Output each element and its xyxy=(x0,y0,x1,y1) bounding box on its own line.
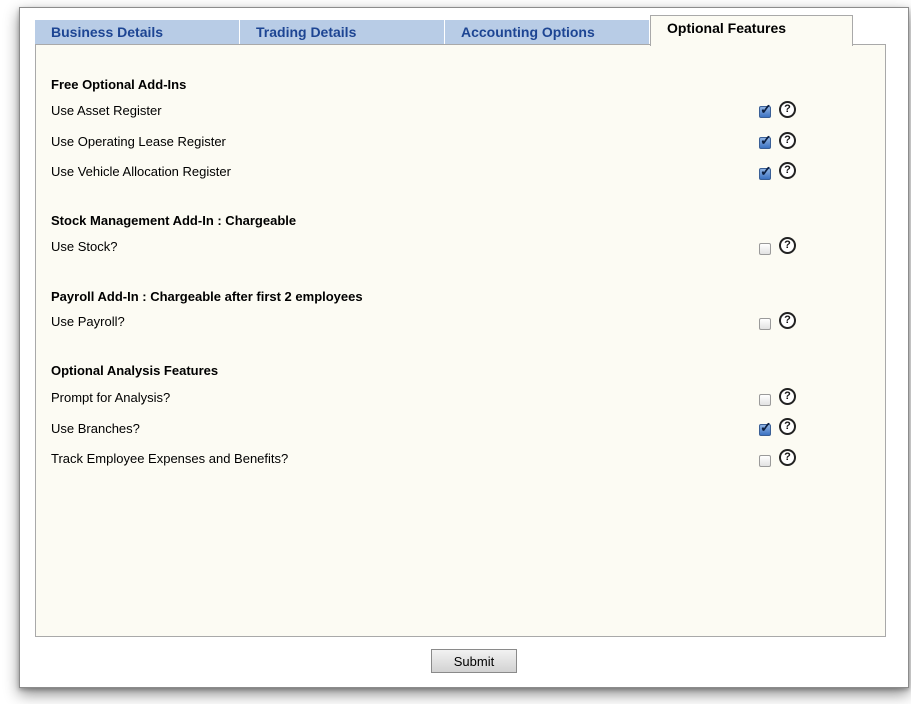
label-track-employee-expenses: Track Employee Expenses and Benefits? xyxy=(51,451,289,466)
tab-business-details[interactable]: Business Details xyxy=(35,20,240,44)
label-use-stock: Use Stock? xyxy=(51,239,118,254)
checkmark-icon: ✓ xyxy=(760,419,772,435)
submit-button[interactable]: Submit xyxy=(431,649,517,673)
checkmark-icon: ✓ xyxy=(760,163,772,179)
help-icon[interactable]: ? xyxy=(779,162,796,179)
help-icon[interactable]: ? xyxy=(779,132,796,149)
tab-optional-features[interactable]: Optional Features xyxy=(650,15,853,46)
section-title-stock-management: Stock Management Add-In : Chargeable xyxy=(51,213,297,228)
section-title-free-add-ins: Free Optional Add-Ins xyxy=(51,77,187,92)
label-use-branches: Use Branches? xyxy=(51,421,140,436)
checkbox-track-employee-expenses[interactable] xyxy=(759,455,771,467)
label-prompt-for-analysis: Prompt for Analysis? xyxy=(51,390,171,405)
help-icon[interactable]: ? xyxy=(779,237,796,254)
tab-trading-details[interactable]: Trading Details xyxy=(240,20,445,44)
settings-window: Business Details Trading Details Account… xyxy=(19,7,909,688)
help-icon[interactable]: ? xyxy=(779,312,796,329)
label-use-asset-register: Use Asset Register xyxy=(51,103,162,118)
checkbox-use-operating-lease-register[interactable]: ✓ xyxy=(759,133,772,149)
checkbox-use-stock[interactable] xyxy=(759,243,771,255)
help-icon[interactable]: ? xyxy=(779,101,796,118)
label-use-payroll: Use Payroll? xyxy=(51,314,125,329)
checkmark-icon: ✓ xyxy=(760,132,772,148)
tab-accounting-options[interactable]: Accounting Options xyxy=(445,20,650,44)
checkbox-use-asset-register[interactable]: ✓ xyxy=(759,102,772,118)
checkbox-prompt-for-analysis[interactable] xyxy=(759,394,771,406)
label-use-vehicle-allocation-register: Use Vehicle Allocation Register xyxy=(51,164,231,179)
help-icon[interactable]: ? xyxy=(779,418,796,435)
checkmark-icon: ✓ xyxy=(760,101,772,117)
optional-features-panel: Free Optional Add-Ins Use Asset Register… xyxy=(35,44,886,637)
help-icon[interactable]: ? xyxy=(779,388,796,405)
tab-bar: Business Details Trading Details Account… xyxy=(35,15,853,46)
checkbox-use-vehicle-allocation-register[interactable]: ✓ xyxy=(759,164,772,180)
section-title-optional-analysis: Optional Analysis Features xyxy=(51,363,219,378)
checkbox-use-branches[interactable]: ✓ xyxy=(759,420,772,436)
checkbox-use-payroll[interactable] xyxy=(759,318,771,330)
section-title-payroll: Payroll Add-In : Chargeable after first … xyxy=(51,289,363,304)
label-use-operating-lease-register: Use Operating Lease Register xyxy=(51,134,226,149)
help-icon[interactable]: ? xyxy=(779,449,796,466)
